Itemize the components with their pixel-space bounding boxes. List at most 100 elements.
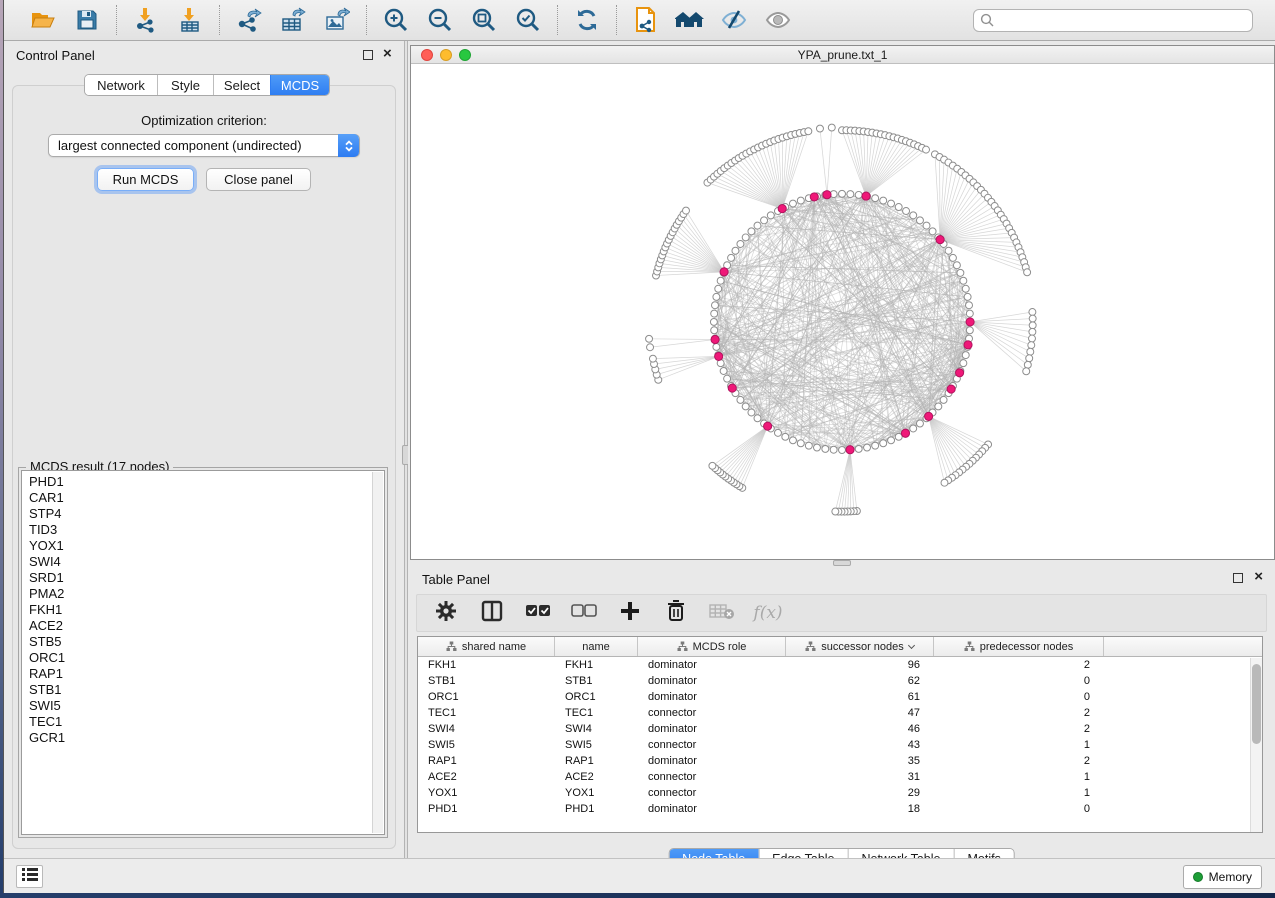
table-scrollbar[interactable] bbox=[1250, 658, 1262, 832]
mcds-node[interactable] bbox=[823, 191, 831, 199]
delete-column-button[interactable] bbox=[663, 600, 689, 626]
table-cell[interactable]: 29 bbox=[786, 785, 934, 801]
network-node[interactable] bbox=[830, 446, 837, 453]
table-cell[interactable]: connector bbox=[638, 769, 786, 785]
network-node[interactable] bbox=[910, 425, 917, 432]
table-cell[interactable]: dominator bbox=[638, 689, 786, 705]
table-cell[interactable]: dominator bbox=[638, 673, 786, 689]
table-cell[interactable]: 61 bbox=[786, 689, 934, 705]
mcds-result-item[interactable]: FKH1 bbox=[29, 602, 384, 618]
table-row[interactable]: STB1STB1dominator620 bbox=[418, 673, 1262, 689]
table-row[interactable]: PHD1PHD1dominator180 bbox=[418, 801, 1262, 817]
export-image-button[interactable] bbox=[322, 5, 352, 35]
table-cell[interactable]: YOX1 bbox=[418, 785, 555, 801]
table-cell[interactable]: 31 bbox=[786, 769, 934, 785]
network-node[interactable] bbox=[929, 228, 936, 235]
table-cell[interactable]: 0 bbox=[934, 673, 1104, 689]
show-all-button[interactable] bbox=[763, 5, 793, 35]
table-cell[interactable]: 96 bbox=[786, 657, 934, 673]
mcds-result-item[interactable]: ACE2 bbox=[29, 618, 384, 634]
network-node[interactable] bbox=[1027, 348, 1034, 355]
network-node[interactable] bbox=[649, 355, 656, 362]
tab-select[interactable]: Select bbox=[213, 75, 270, 95]
table-cell[interactable]: connector bbox=[638, 705, 786, 721]
network-node[interactable] bbox=[646, 335, 653, 342]
table-cell[interactable]: SWI4 bbox=[418, 721, 555, 737]
table-cell[interactable]: TEC1 bbox=[418, 705, 555, 721]
mcds-result-item[interactable]: SRD1 bbox=[29, 570, 384, 586]
network-node[interactable] bbox=[789, 200, 796, 207]
delete-table-button[interactable] bbox=[709, 600, 735, 626]
mcds-node[interactable] bbox=[901, 429, 909, 437]
mcds-node[interactable] bbox=[711, 335, 719, 343]
column-header-successor-nodes[interactable]: successor nodes bbox=[786, 637, 934, 656]
task-history-button[interactable] bbox=[16, 865, 43, 888]
table-cell[interactable]: ORC1 bbox=[418, 689, 555, 705]
close-panel-icon[interactable]: × bbox=[383, 45, 392, 63]
column-header-predecessor-nodes[interactable]: predecessor nodes bbox=[934, 637, 1104, 656]
network-node[interactable] bbox=[949, 254, 956, 261]
network-node[interactable] bbox=[872, 195, 879, 202]
table-cell[interactable]: 2 bbox=[934, 721, 1104, 737]
table-cell[interactable]: 1 bbox=[934, 769, 1104, 785]
network-node[interactable] bbox=[855, 191, 862, 198]
table-cell[interactable]: 43 bbox=[786, 737, 934, 753]
zoom-selected-button[interactable] bbox=[513, 5, 543, 35]
network-node[interactable] bbox=[855, 445, 862, 452]
network-node[interactable] bbox=[822, 445, 829, 452]
network-node[interactable] bbox=[966, 302, 973, 309]
table-cell[interactable]: SWI5 bbox=[555, 737, 638, 753]
network-node[interactable] bbox=[789, 437, 796, 444]
mcds-node[interactable] bbox=[715, 352, 723, 360]
network-node[interactable] bbox=[880, 197, 887, 204]
mcds-result-item[interactable]: PMA2 bbox=[29, 586, 384, 602]
network-node[interactable] bbox=[748, 228, 755, 235]
table-cell[interactable]: 0 bbox=[934, 689, 1104, 705]
table-cell[interactable]: ACE2 bbox=[555, 769, 638, 785]
mcds-result-item[interactable]: TID3 bbox=[29, 522, 384, 538]
network-node[interactable] bbox=[888, 200, 895, 207]
share-document-button[interactable] bbox=[631, 5, 661, 35]
table-cell[interactable]: STB1 bbox=[418, 673, 555, 689]
network-node[interactable] bbox=[960, 277, 967, 284]
network-view[interactable] bbox=[411, 64, 1274, 559]
import-table-button[interactable] bbox=[175, 5, 205, 35]
home-button[interactable] bbox=[675, 5, 705, 35]
network-node[interactable] bbox=[754, 415, 761, 422]
network-node[interactable] bbox=[1029, 322, 1036, 329]
show-columns-button[interactable] bbox=[479, 600, 505, 626]
table-cell[interactable]: RAP1 bbox=[555, 753, 638, 769]
network-node[interactable] bbox=[737, 240, 744, 247]
network-node[interactable] bbox=[728, 254, 735, 261]
table-cell[interactable]: YOX1 bbox=[555, 785, 638, 801]
hide-selected-button[interactable] bbox=[719, 5, 749, 35]
table-cell[interactable]: ACE2 bbox=[418, 769, 555, 785]
table-settings-button[interactable] bbox=[433, 600, 459, 626]
mcds-list-scrollbar[interactable] bbox=[372, 472, 383, 833]
network-node[interactable] bbox=[964, 293, 971, 300]
mcds-result-item[interactable]: RAP1 bbox=[29, 666, 384, 682]
network-node[interactable] bbox=[923, 146, 930, 153]
network-node[interactable] bbox=[1024, 361, 1031, 368]
open-button[interactable] bbox=[28, 5, 58, 35]
mcds-result-item[interactable]: ORC1 bbox=[29, 650, 384, 666]
mcds-result-item[interactable]: CAR1 bbox=[29, 490, 384, 506]
mcds-result-item[interactable]: GCR1 bbox=[29, 730, 384, 746]
export-table-button[interactable] bbox=[278, 5, 308, 35]
network-node[interactable] bbox=[945, 247, 952, 254]
network-node[interactable] bbox=[754, 222, 761, 229]
criterion-select[interactable]: largest connected component (undirected) bbox=[48, 134, 360, 157]
network-node[interactable] bbox=[953, 262, 960, 269]
table-row[interactable]: FKH1FKH1dominator962 bbox=[418, 657, 1262, 673]
mcds-node[interactable] bbox=[728, 384, 736, 392]
network-node[interactable] bbox=[737, 396, 744, 403]
table-cell[interactable]: PHD1 bbox=[555, 801, 638, 817]
network-node[interactable] bbox=[872, 442, 879, 449]
network-node[interactable] bbox=[916, 217, 923, 224]
column-header-name[interactable]: name bbox=[555, 637, 638, 656]
mcds-node[interactable] bbox=[925, 412, 933, 420]
tab-mcds[interactable]: MCDS bbox=[270, 75, 329, 95]
run-mcds-button[interactable]: Run MCDS bbox=[97, 168, 194, 191]
network-node[interactable] bbox=[916, 420, 923, 427]
network-node[interactable] bbox=[1029, 335, 1036, 342]
